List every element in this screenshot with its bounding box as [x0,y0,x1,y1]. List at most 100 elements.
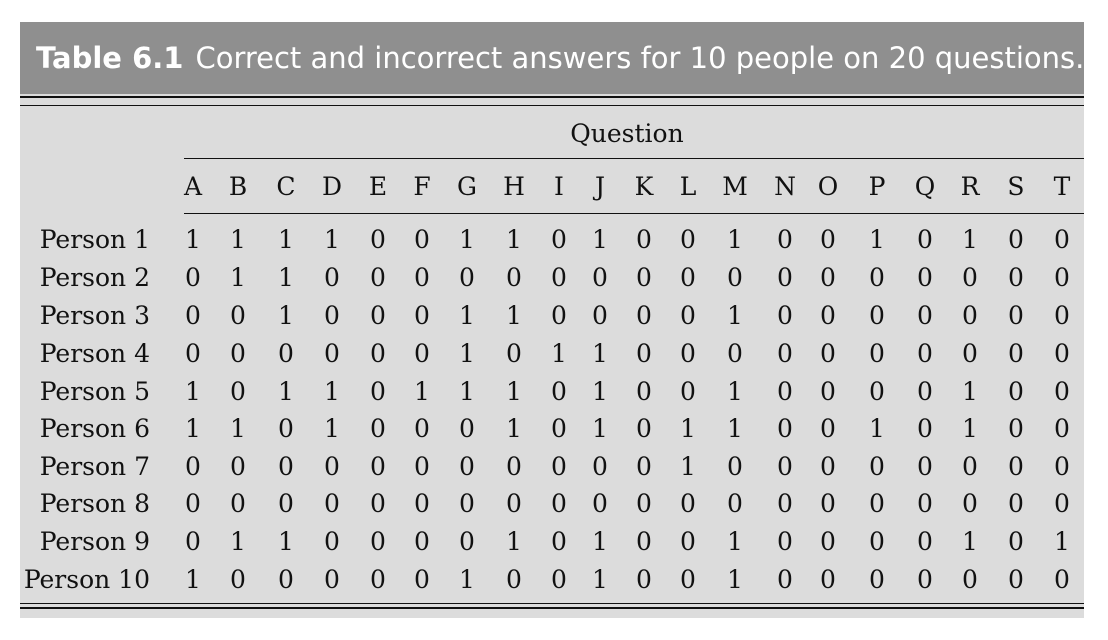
table-cell: 0 [820,263,836,292]
table-cell: 1 [962,225,978,254]
table-cell: 0 [1054,339,1070,368]
table-cell: 0 [917,489,933,518]
table-cell: 0 [869,489,885,518]
table-cell: 0 [1054,414,1070,443]
table-cell: 0 [1008,489,1024,518]
table-cell: 0 [777,263,793,292]
table-cell: 0 [370,489,386,518]
table-cell: 0 [324,489,340,518]
table-cell: 0 [1008,414,1024,443]
table-cell: 0 [414,452,430,481]
column-header: A [183,172,203,201]
table-cell: 0 [1054,489,1070,518]
table-cell: 0 [820,565,836,594]
table-cell: 1 [962,527,978,556]
row-label: Person 4 [39,339,150,368]
table-cell: 1 [506,527,522,556]
table-cell: 0 [278,489,294,518]
column-header: I [554,172,564,201]
column-header: M [722,172,748,201]
table-cell: 0 [680,565,696,594]
table-cell: 0 [414,414,430,443]
table-cell: 0 [1008,565,1024,594]
table-cell: 0 [551,377,567,406]
table-cell: 0 [636,489,652,518]
table-cell: 1 [278,527,294,556]
table-cell: 0 [727,489,743,518]
table-cell: 0 [414,339,430,368]
table-cell: 1 [324,414,340,443]
table-cell: 0 [1054,565,1070,594]
table-cell: 0 [230,339,246,368]
table-cell: 0 [869,339,885,368]
table-cell: 0 [962,452,978,481]
table-cell: 0 [459,489,475,518]
table-cell: 0 [414,527,430,556]
table-cell: 0 [324,339,340,368]
column-header: G [457,172,477,201]
table-cell: 0 [680,263,696,292]
table-cell: 0 [230,377,246,406]
table-cell: 0 [506,263,522,292]
row-label: Person 9 [39,527,150,556]
table-cell: 0 [777,489,793,518]
table-cell: 0 [962,301,978,330]
table-cell: 1 [727,527,743,556]
table-cell: 1 [680,452,696,481]
table-cell: 0 [1008,339,1024,368]
table-cell: 0 [820,489,836,518]
column-header: T [1053,172,1071,201]
row-label: Person 6 [39,414,150,443]
table-frame: Table 6.1 Correct and incorrect answers f… [20,22,1084,618]
table-cell: 0 [636,301,652,330]
table-cell: 1 [592,225,608,254]
table-cell: 0 [414,489,430,518]
table-cell: 1 [727,301,743,330]
table-cell: 0 [324,301,340,330]
table-cell: 0 [185,452,201,481]
table-cell: 0 [414,225,430,254]
table-cell: 0 [869,263,885,292]
table-cell: 0 [1054,301,1070,330]
table-cell: 0 [636,225,652,254]
table-cell: 0 [1054,263,1070,292]
column-header: Q [914,172,936,201]
table-cell: 1 [185,565,201,594]
table-cell: 0 [680,489,696,518]
table-cell: 0 [506,339,522,368]
table-cell: 0 [230,489,246,518]
table-cell: 0 [278,339,294,368]
table-cell: 0 [680,301,696,330]
table-cell: 0 [278,565,294,594]
column-header: H [503,172,525,201]
table-cell: 0 [820,414,836,443]
table-cell: 0 [370,263,386,292]
table-cell: 0 [185,339,201,368]
table-cell: 0 [636,414,652,443]
table-cell: 0 [820,377,836,406]
column-header: J [594,172,606,201]
column-header: C [276,172,296,201]
table-cell: 0 [1054,452,1070,481]
table-cell: 0 [459,452,475,481]
table-cell: 0 [777,301,793,330]
table-cell: 0 [1008,377,1024,406]
table-cell: 0 [962,565,978,594]
table-cell: 0 [324,527,340,556]
table-cell: 1 [459,225,475,254]
table-cell: 1 [185,377,201,406]
table-cell: 0 [551,452,567,481]
column-header: S [1007,172,1025,201]
table-cell: 0 [1008,263,1024,292]
table-cell: 0 [917,339,933,368]
table-cell: 1 [592,565,608,594]
table-cell: 0 [592,301,608,330]
table-cell: 0 [185,527,201,556]
table-cell: 1 [230,414,246,443]
table-cell: 0 [962,263,978,292]
table-cell: 0 [185,263,201,292]
table-cell: 0 [592,452,608,481]
row-label: Person 5 [39,377,150,406]
table-cell: 0 [185,489,201,518]
table-cell: 0 [917,414,933,443]
